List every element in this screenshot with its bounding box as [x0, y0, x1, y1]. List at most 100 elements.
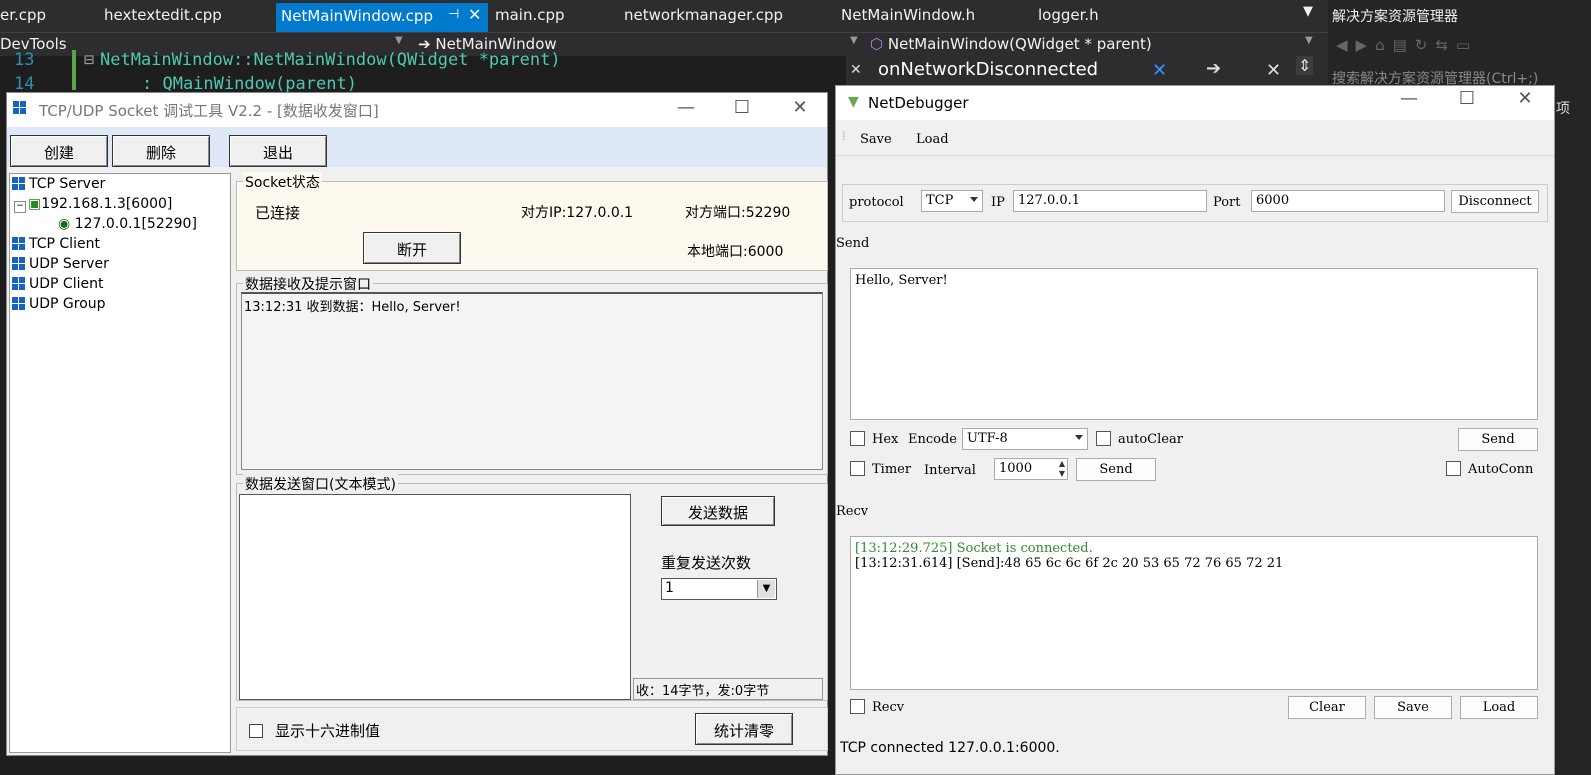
encode-select[interactable]: UTF-8 — [962, 428, 1088, 450]
protocol-select[interactable]: TCP — [921, 190, 983, 212]
chevron-down-icon[interactable]: ▼ — [395, 35, 403, 46]
ide-tab[interactable]: logger.h — [1038, 6, 1099, 24]
code-line: : QMainWindow(parent) — [142, 74, 357, 94]
menu-bar: ⁞ Save Load — [836, 120, 1554, 156]
autoclear-label: autoClear — [1118, 432, 1183, 447]
recv-checkbox[interactable] — [850, 699, 865, 714]
close-icon[interactable]: ✕ — [785, 97, 815, 118]
split-icon[interactable]: ⇕ — [1296, 56, 1314, 75]
member-combo[interactable]: ⬡ NetMainWindow(QWidget * parent) — [870, 33, 1152, 57]
create-button[interactable]: 创建 — [10, 135, 108, 167]
ide-tab-active[interactable]: NetMainWindow.cpp ⊣ ✕ — [276, 3, 488, 32]
chevron-down-icon[interactable]: ▼ — [850, 35, 858, 46]
timer-label: Timer — [872, 462, 912, 477]
tree-item-tcp-client[interactable]: TCP Client — [12, 236, 100, 252]
protocol-value: TCP — [926, 193, 954, 208]
hex-display-label: 显示十六进制值 — [275, 722, 381, 740]
autoclear-checkbox[interactable] — [1096, 431, 1111, 446]
tree-item-udp-group[interactable]: UDP Group — [12, 296, 106, 312]
collapse-icon[interactable]: ⊟ — [84, 50, 94, 70]
disconnect-button[interactable]: 断开 — [363, 232, 461, 264]
grid-icon — [12, 257, 25, 270]
window-title-bar[interactable]: TCP/UDP Socket 调试工具 V2.2 - [数据收发窗口] — ☐ … — [7, 93, 827, 127]
tree-item-label: UDP Server — [29, 256, 109, 272]
ide-tab[interactable]: NetMainWindow.h — [841, 6, 975, 24]
maximize-icon[interactable]: ☐ — [1452, 88, 1482, 109]
tree-item-label: TCP Client — [29, 236, 100, 252]
panel-title: 解决方案资源管理器 — [1332, 9, 1458, 25]
timer-checkbox[interactable] — [850, 461, 865, 476]
ide-tab[interactable]: main.cpp — [495, 6, 565, 24]
hex-checkbox[interactable] — [850, 431, 865, 446]
repeat-count-select[interactable]: 1 ▼ — [661, 578, 777, 600]
close-icon[interactable]: ✕ — [1510, 88, 1540, 109]
chevron-down-icon — [970, 197, 978, 202]
tree-item-udp-server[interactable]: UDP Server — [12, 256, 109, 272]
recv-check-label: Recv — [872, 700, 905, 715]
clear-stats-button[interactable]: 统计清零 — [695, 713, 793, 745]
close-icon[interactable]: ✕ — [468, 5, 481, 24]
tree-item-label: UDP Client — [29, 276, 104, 292]
exit-button[interactable]: 退出 — [229, 135, 327, 167]
disconnect-button[interactable]: Disconnect — [1451, 190, 1539, 213]
menu-save[interactable]: Save — [860, 132, 892, 147]
app-icon — [13, 101, 26, 114]
code-editor[interactable]: 13 14 ⊟ NetMainWindow::NetMainWindow(QWi… — [0, 50, 846, 94]
grid-icon — [12, 177, 25, 190]
menu-load[interactable]: Load — [916, 132, 949, 147]
receive-textarea[interactable]: 13:12:31 收到数据：Hello, Server! — [241, 292, 823, 470]
send-text: Hello, Server! — [855, 273, 948, 288]
server-run-icon: ▣ — [28, 196, 42, 212]
close-icon[interactable]: ✕ — [1152, 60, 1167, 81]
send-textarea[interactable] — [239, 494, 631, 700]
minimize-icon[interactable]: — — [671, 97, 701, 118]
tree-item-server-node[interactable]: − ▣192.168.1.3[6000] — [14, 196, 172, 213]
tree-item-tcp-server[interactable]: TCP Server — [12, 176, 105, 192]
tree-item-udp-client[interactable]: UDP Client — [12, 276, 103, 292]
hex-display-checkbox[interactable] — [249, 724, 263, 738]
tab-list-dropdown-icon[interactable]: ▼ — [1303, 4, 1313, 19]
spin-arrows-icon[interactable]: ▲ ▼ — [1059, 459, 1065, 479]
timer-send-button[interactable]: Send — [1076, 458, 1156, 481]
find-input[interactable]: onNetworkDisconnected — [878, 59, 1098, 80]
interval-label: Interval — [924, 463, 976, 478]
grid-icon — [12, 237, 25, 250]
status-bar: TCP connected 127.0.0.1:6000. — [836, 734, 1554, 774]
ide-tab[interactable]: er.cpp — [0, 6, 46, 24]
ide-tab[interactable]: hextextedit.cpp — [104, 6, 222, 24]
connection-state: 已连接 — [255, 204, 301, 222]
window-title-bar[interactable]: ▼ NetDebugger — ☐ ✕ — [836, 86, 1554, 120]
maximize-icon[interactable]: ☐ — [727, 97, 757, 118]
chevron-down-icon[interactable]: ▼ — [1305, 35, 1313, 46]
local-port: 本地端口:6000 — [687, 244, 784, 260]
tree-item-client-node[interactable]: ◉ 127.0.0.1[52290] — [58, 216, 197, 232]
ip-input[interactable]: 127.0.0.1 — [1013, 190, 1207, 212]
encode-label: Encode — [908, 432, 957, 447]
clear-button[interactable]: Clear — [1288, 696, 1366, 719]
chevron-down-icon[interactable]: ▼ — [757, 580, 775, 598]
send-data-button[interactable]: 发送数据 — [661, 496, 775, 526]
close-icon[interactable]: ✕ — [850, 62, 862, 78]
port-input[interactable]: 6000 — [1251, 190, 1445, 212]
peer-ip: 对方IP:127.0.0.1 — [521, 205, 634, 221]
ide-tab[interactable]: networkmanager.cpp — [624, 6, 783, 24]
autoconn-checkbox[interactable] — [1446, 461, 1461, 476]
collapse-icon[interactable]: − — [14, 201, 26, 213]
send-textarea[interactable]: Hello, Server! — [850, 268, 1538, 420]
status-text: TCP connected 127.0.0.1:6000. — [840, 740, 1060, 756]
recv-textarea[interactable]: [13:12:29.725] Socket is connected. [13:… — [850, 536, 1538, 690]
save-button[interactable]: Save — [1374, 696, 1452, 719]
explorer-toolbar-icons[interactable]: ◀▶⌂▤↻⇆▭ — [1336, 36, 1478, 54]
tree-item-label: UDP Group — [29, 296, 106, 312]
byte-stats-box: 收：14字节，发:0字节 — [633, 678, 823, 700]
delete-button[interactable]: 删除 — [112, 135, 210, 167]
interval-spinbox[interactable]: 1000 ▲ ▼ — [994, 458, 1068, 480]
load-button[interactable]: Load — [1460, 696, 1538, 719]
arrow-right-icon[interactable]: ➔ — [1206, 58, 1221, 79]
code-line: NetMainWindow::NetMainWindow(QWidget *pa… — [100, 50, 561, 70]
pin-icon[interactable]: ⊣ — [448, 7, 459, 22]
send-button[interactable]: Send — [1458, 428, 1538, 451]
close-icon[interactable]: ✕ — [1266, 60, 1281, 81]
toolbar-grip: ⁞ — [842, 129, 846, 144]
minimize-icon[interactable]: — — [1394, 88, 1424, 109]
